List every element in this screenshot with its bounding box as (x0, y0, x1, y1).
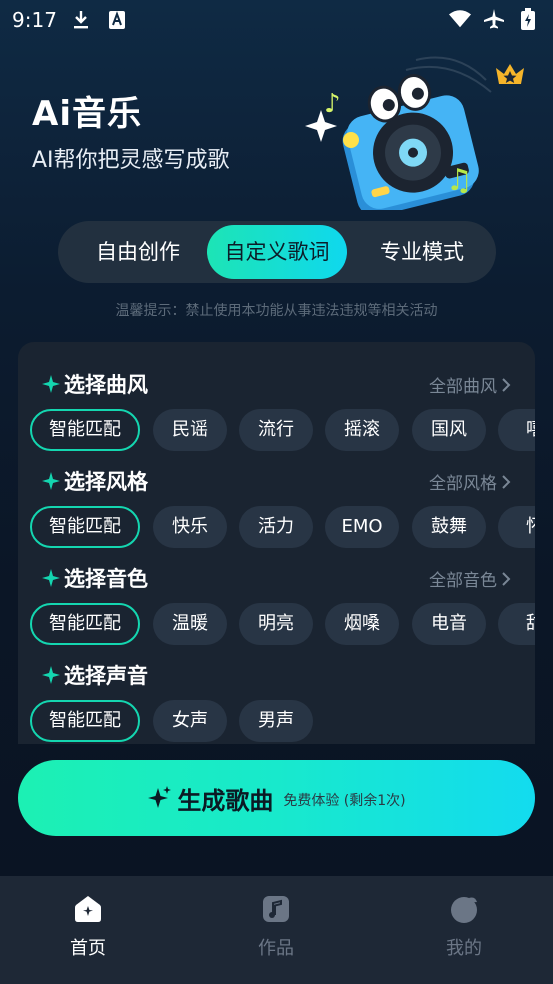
chip-option[interactable]: 智能匹配 (30, 700, 140, 742)
all-timbres-link[interactable]: 全部音色 (429, 566, 511, 591)
nav-works[interactable]: 作品 (216, 894, 336, 960)
chip-option[interactable]: 明亮 (239, 603, 313, 645)
generate-song-button[interactable]: 生成歌曲 免费体验 (剩余1次) (18, 760, 535, 836)
chip-option[interactable]: 流行 (239, 409, 313, 451)
nav-works-label: 作品 (258, 938, 294, 959)
section-header: 选择风格 (42, 466, 148, 496)
section-title: 选择风格 (64, 470, 148, 494)
section-header: 选择曲风 (42, 369, 148, 399)
chip-option[interactable]: 智能匹配 (30, 603, 140, 645)
app-title: Ai音乐 (32, 94, 142, 134)
wifi-icon (449, 8, 471, 30)
notice-text: 温馨提示：禁止使用本功能从事违法违规等相关活动 (115, 303, 438, 319)
generate-label: 生成歌曲 (177, 786, 274, 815)
chip-option[interactable]: EMO (325, 506, 399, 548)
sparkle-icon (42, 666, 60, 684)
tab-custom-lyrics[interactable]: 自定义歌词 (207, 225, 347, 279)
status-right-icons (449, 8, 539, 30)
style-chip-row: 智能匹配 快乐 活力 EMO 鼓舞 怀 (30, 506, 535, 550)
chip-option[interactable]: 嘻 (498, 409, 535, 451)
download-icon (70, 9, 92, 31)
sparkle-icon (42, 569, 60, 587)
svg-text:♪: ♪ (324, 89, 341, 119)
crown-icon[interactable] (494, 60, 526, 88)
chip-option[interactable]: 温暖 (153, 603, 227, 645)
all-styles-link[interactable]: 全部风格 (429, 469, 511, 494)
section-title: 选择曲风 (64, 373, 148, 397)
status-time: 9:17 (12, 8, 57, 32)
battery-icon (517, 8, 539, 30)
turntable-mascot-illustration: ♪ ♪ ♫ (305, 56, 492, 210)
airplane-icon (483, 8, 505, 30)
all-timbres-label: 全部音色 (429, 571, 497, 591)
chip-option[interactable]: 活力 (239, 506, 313, 548)
nav-profile-label: 我的 (446, 938, 482, 959)
profile-icon (451, 897, 477, 923)
all-genres-link[interactable]: 全部曲风 (429, 372, 511, 397)
chip-option[interactable]: 鼓舞 (412, 506, 486, 548)
nav-profile[interactable]: 我的 (404, 894, 524, 960)
voice-chip-row: 智能匹配 女声 男声 (30, 700, 535, 744)
svg-text:♫: ♫ (446, 163, 473, 198)
all-styles-label: 全部风格 (429, 474, 497, 494)
chip-option[interactable]: 女声 (153, 700, 227, 742)
chip-option[interactable]: 甜 (498, 603, 535, 645)
sparkle-icon (42, 375, 60, 393)
nav-home-label: 首页 (70, 938, 106, 959)
chevron-right-icon (502, 474, 511, 489)
chevron-right-icon (502, 377, 511, 392)
section-title: 选择声音 (64, 664, 148, 688)
app-subtitle: AI帮你把灵感写成歌 (32, 148, 230, 173)
mode-tabs: 自由创作 自定义歌词 专业模式 (58, 221, 496, 283)
chip-option[interactable]: 男声 (239, 700, 313, 742)
options-panel: 选择曲风 全部曲风 智能匹配 民谣 流行 摇滚 国风 嘻 选择风格 全部风格 智… (18, 342, 535, 744)
sparkle-icon (42, 472, 60, 490)
font-a-icon (106, 9, 128, 31)
chip-option[interactable]: 智能匹配 (30, 506, 140, 548)
section-title: 选择音色 (64, 567, 148, 591)
music-note-icon (263, 896, 289, 922)
status-left-icons (70, 9, 128, 31)
chip-option[interactable]: 电音 (412, 603, 486, 645)
chip-option[interactable]: 快乐 (153, 506, 227, 548)
chip-option[interactable]: 怀 (498, 506, 535, 548)
home-icon (75, 896, 101, 922)
timbre-chip-row: 智能匹配 温暖 明亮 烟嗓 电音 甜 (30, 603, 535, 647)
chevron-right-icon (502, 571, 511, 586)
chip-option[interactable]: 烟嗓 (325, 603, 399, 645)
bottom-nav: 首页 作品 我的 (0, 876, 553, 984)
chip-option[interactable]: 摇滚 (325, 409, 399, 451)
chip-option[interactable]: 智能匹配 (30, 409, 140, 451)
section-header: 选择音色 (42, 563, 148, 593)
nav-home[interactable]: 首页 (28, 894, 148, 960)
all-genres-label: 全部曲风 (429, 377, 497, 397)
tab-free-create[interactable]: 自由创作 (68, 225, 208, 279)
free-trial-remaining: 免费体验 (剩余1次) (283, 793, 406, 809)
tab-pro-mode[interactable]: 专业模式 (352, 225, 492, 279)
genre-chip-row: 智能匹配 民谣 流行 摇滚 国风 嘻 (30, 409, 535, 453)
status-bar: 9:17 (0, 0, 553, 40)
sparkle-icon (148, 786, 172, 808)
chip-option[interactable]: 民谣 (153, 409, 227, 451)
chip-option[interactable]: 国风 (412, 409, 486, 451)
section-header: 选择声音 (42, 660, 148, 690)
